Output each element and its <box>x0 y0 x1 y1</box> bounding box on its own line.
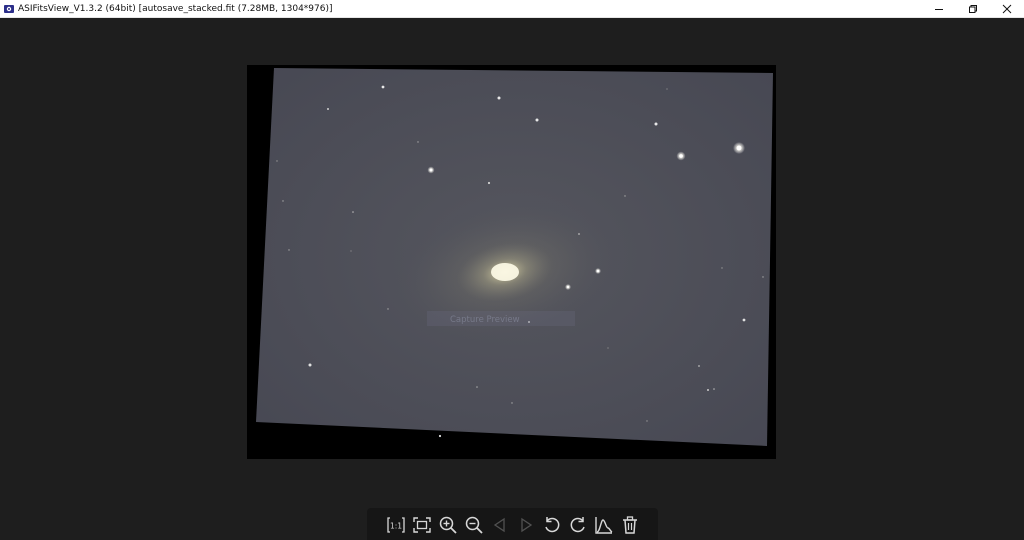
viewer-toolbar: 1:1 <box>367 508 658 540</box>
image-viewer[interactable]: Capture Preview 1:1 <box>0 18 1024 540</box>
restore-icon <box>969 4 977 13</box>
previous-icon <box>493 517 505 533</box>
app-logo-icon <box>4 4 14 14</box>
close-button[interactable] <box>990 0 1024 17</box>
app-window: ASIFitsView_V1.3.2 (64bit) [autosave_sta… <box>0 0 1024 540</box>
capture-preview-overlay: Capture Preview <box>427 311 575 326</box>
title-bar[interactable]: ASIFitsView_V1.3.2 (64bit) [autosave_sta… <box>0 0 1024 18</box>
next-icon <box>520 517 532 533</box>
rotate-left-button[interactable] <box>540 514 563 537</box>
histogram-button[interactable] <box>592 514 615 537</box>
delete-button[interactable] <box>618 514 641 537</box>
actual-size-button[interactable]: 1:1 <box>384 514 407 537</box>
fit-window-icon <box>412 517 431 533</box>
next-image-button[interactable] <box>514 514 537 537</box>
fit-window-button[interactable] <box>410 514 433 537</box>
rotate-right-button[interactable] <box>566 514 589 537</box>
zoom-out-icon <box>465 516 483 534</box>
fits-image[interactable]: Capture Preview <box>247 65 776 459</box>
actual-size-icon: 1:1 <box>386 517 405 533</box>
close-icon <box>1002 4 1012 13</box>
delete-icon <box>622 516 637 534</box>
restore-button[interactable] <box>956 0 990 17</box>
window-title: ASIFitsView_V1.3.2 (64bit) [autosave_sta… <box>18 3 333 14</box>
minimize-button[interactable] <box>922 0 956 17</box>
rotate-right-icon <box>570 517 585 533</box>
histogram-icon <box>594 517 612 534</box>
zoom-out-button[interactable] <box>462 514 485 537</box>
actual-size-label: 1:1 <box>389 522 401 531</box>
zoom-in-button[interactable] <box>436 514 459 537</box>
minimize-icon <box>935 8 943 10</box>
window-controls <box>922 0 1024 17</box>
overlay-label: Capture Preview <box>450 315 520 325</box>
previous-image-button[interactable] <box>488 514 511 537</box>
zoom-in-icon <box>439 516 457 534</box>
rotate-left-icon <box>544 517 559 533</box>
